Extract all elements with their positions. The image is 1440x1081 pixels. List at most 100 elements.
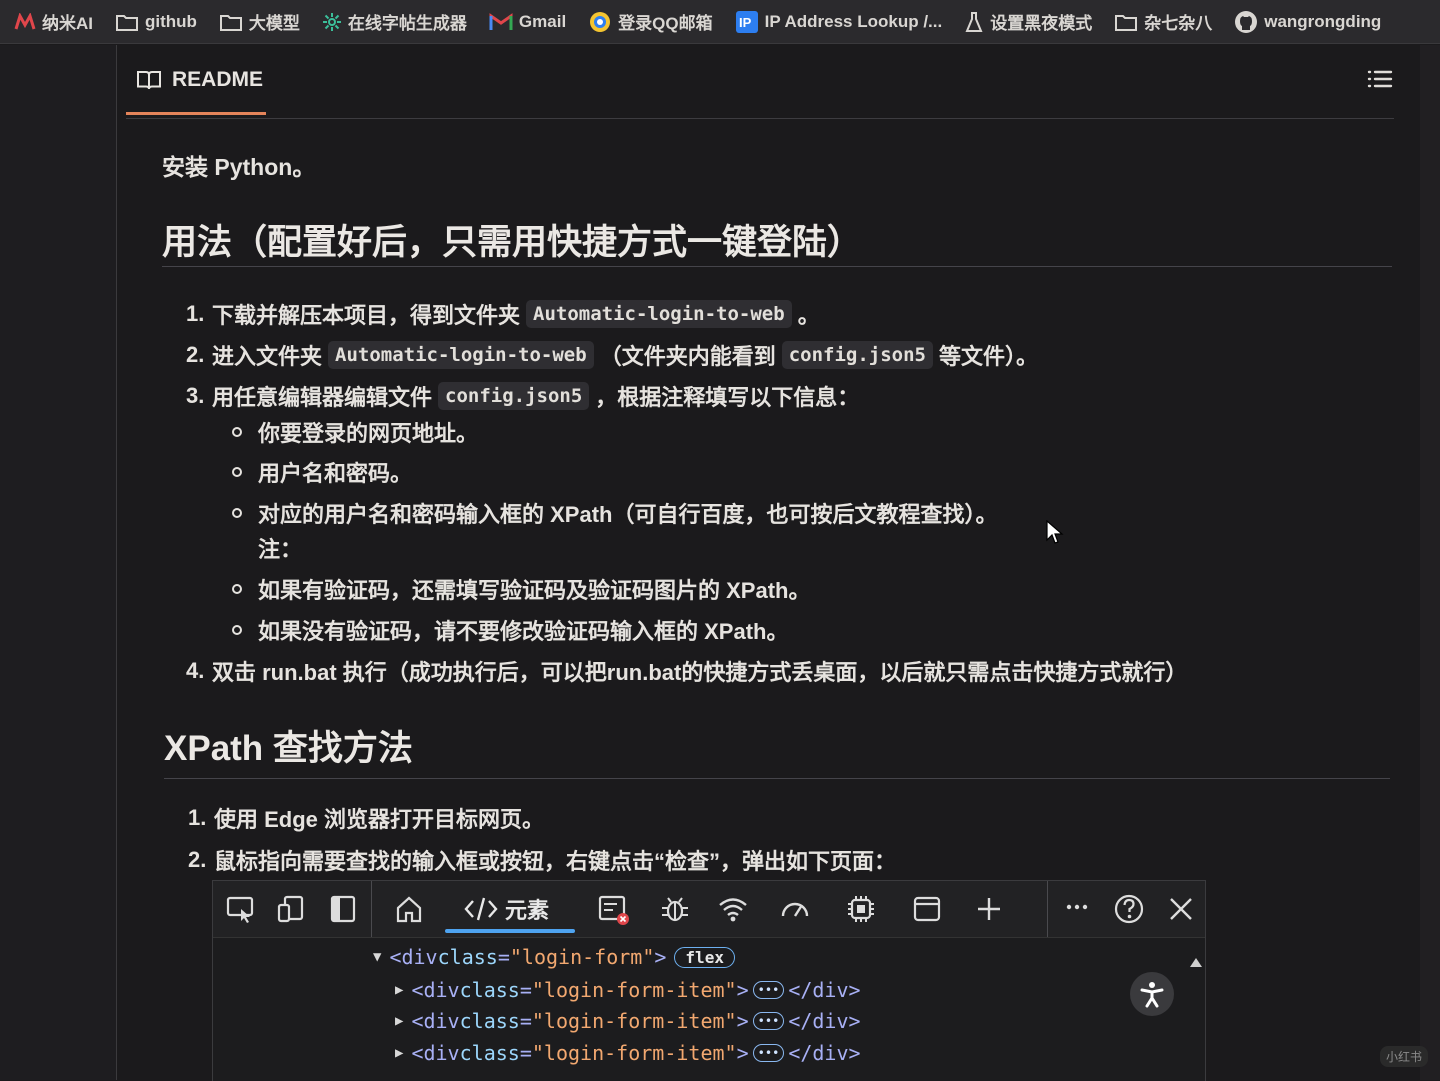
- step-text: 进入文件夹: [212, 344, 323, 369]
- bookmark-item[interactable]: 登录QQ邮箱: [588, 9, 713, 34]
- usage-heading: 用法（配置好后，只需用快捷方式一键登陆）: [162, 223, 863, 262]
- attr-name: class: [459, 978, 520, 1002]
- watermark: 小红书: [1380, 1046, 1429, 1067]
- step-text-mid: （文件夹内能看到: [599, 344, 776, 369]
- sub-item: 如果没有验证码，请不要修改验证码输入框的 XPath。: [232, 614, 788, 646]
- home-icon[interactable]: [393, 893, 425, 925]
- xpath-step-1: 1. 使用 Edge 浏览器打开目标网页。: [188, 802, 544, 834]
- bookmark-item[interactable]: wangrongding: [1234, 10, 1381, 34]
- device-emulation-icon[interactable]: [275, 893, 307, 925]
- collapsed-content-badge[interactable]: •••: [752, 1012, 785, 1030]
- bookmark-label: github: [145, 11, 197, 31]
- collapsed-triangle-icon[interactable]: ▶: [395, 982, 403, 998]
- bullet-icon: [232, 427, 242, 437]
- bookmark-label: 在线字帖生成器: [347, 14, 467, 33]
- bookmark-item[interactable]: 纳米AI: [14, 9, 93, 34]
- accessibility-icon[interactable]: [1130, 972, 1174, 1016]
- toolbar-separator: [371, 881, 372, 937]
- collapsed-content-badge[interactable]: •••: [752, 1044, 785, 1062]
- tag-close-bracket: >: [736, 1009, 749, 1033]
- sub-item: 用户名和密码。: [232, 456, 412, 488]
- step-number: 2.: [188, 847, 207, 872]
- collapsed-triangle-icon[interactable]: ▶: [395, 1013, 403, 1029]
- tab-elements-label: 元素: [505, 898, 550, 923]
- code-brackets-icon: [464, 897, 498, 921]
- bookmark-item[interactable]: 在线字帖生成器: [322, 9, 467, 34]
- inspect-element-icon[interactable]: [225, 893, 257, 925]
- tab-elements[interactable]: 元素: [463, 893, 549, 925]
- tag-close: </div>: [788, 1041, 861, 1065]
- xpath-step-2: 2. 鼠标指向需要查找的输入框或按钮，右键点击“检查”，弹出如下页面：: [188, 844, 896, 876]
- sub-item-text: 如果有验证码，还需填写验证码及验证码图片的 XPath。: [258, 578, 811, 603]
- right-gutter: [1420, 45, 1440, 1080]
- dom-node-login-form-item[interactable]: ▶ <div class = "login-form-item" > ••• </di…: [395, 1041, 861, 1065]
- attr-value: "login-form": [509, 945, 655, 969]
- tag-open: <div: [411, 978, 460, 1002]
- collapsed-triangle-icon[interactable]: ▶: [395, 1045, 403, 1061]
- bookmark-label: 登录QQ邮箱: [618, 14, 713, 33]
- nami-ai-icon: [14, 12, 36, 31]
- ip-icon: IP: [735, 10, 759, 34]
- inline-code: Automatic-login-to-web: [328, 341, 594, 369]
- more-options-icon[interactable]: [1061, 893, 1093, 925]
- bookmark-item[interactable]: Gmail: [489, 12, 566, 32]
- bug-icon[interactable]: [659, 893, 691, 925]
- accessibility-figure-icon: [1140, 982, 1164, 1008]
- memory-chip-icon[interactable]: [845, 893, 877, 925]
- step-text: 用任意编辑器编辑文件: [212, 385, 433, 410]
- step-number: 4.: [186, 658, 205, 683]
- bookmark-item[interactable]: IP IP Address Lookup /...: [735, 10, 943, 34]
- bookmark-label: Gmail: [518, 11, 567, 31]
- inline-code: Automatic-login-to-web: [526, 300, 792, 328]
- inline-code: config.json5: [781, 341, 933, 369]
- dom-node-login-form-item[interactable]: ▶ <div class = "login-form-item" > ••• </di…: [395, 1009, 861, 1033]
- bookmark-label: 杂七杂八: [1144, 14, 1213, 33]
- expanded-triangle-icon[interactable]: ▼: [373, 949, 381, 965]
- step-number: 3.: [186, 383, 205, 408]
- network-wifi-icon[interactable]: [717, 893, 749, 925]
- inline-code: config.json5: [438, 382, 590, 410]
- help-icon[interactable]: [1113, 893, 1145, 925]
- readme-tab-underline: [126, 112, 266, 115]
- attr-value: "login-form-item": [531, 1041, 737, 1065]
- tag-open: <div: [411, 1009, 460, 1033]
- step-text-end: ，根据注释填写以下信息：: [595, 385, 860, 410]
- bookmark-label: 纳米AI: [42, 14, 93, 33]
- console-icon[interactable]: [597, 893, 629, 925]
- flex-badge[interactable]: flex: [674, 946, 735, 968]
- dom-node-login-form[interactable]: ▼ <div class = "login-form" > flex: [373, 945, 735, 969]
- application-window-icon[interactable]: [911, 893, 943, 925]
- bookmark-item[interactable]: 杂七杂八: [1114, 9, 1212, 34]
- note-label: 注：: [258, 537, 303, 562]
- attr-name: class: [437, 945, 498, 969]
- add-tool-icon[interactable]: [973, 893, 1005, 925]
- step-text: 鼠标指向需要查找的输入框或按钮，右键点击“检查”，弹出如下页面：: [214, 849, 897, 874]
- table-of-contents-icon[interactable]: [1366, 66, 1394, 94]
- devtools-toolbar: 元素: [213, 881, 1205, 938]
- readme-tab-label: README: [172, 68, 264, 91]
- close-icon[interactable]: [1165, 893, 1197, 925]
- bookmark-label: IP Address Lookup /...: [764, 11, 943, 31]
- dom-node-login-form-item[interactable]: ▶ <div class = "login-form-item" > ••• </di…: [395, 978, 861, 1002]
- step-number: 2.: [186, 342, 205, 367]
- sub-item-text: 对应的用户名和密码输入框的 XPath（可自行百度，也可按后文教程查找）。: [258, 502, 998, 527]
- scroll-up-arrow-icon[interactable]: [1190, 958, 1202, 967]
- dock-side-icon[interactable]: [327, 893, 359, 925]
- readme-tab[interactable]: README: [136, 68, 263, 92]
- usage-step-2: 2. 进入文件夹 Automatic-login-to-web （文件夹内能看到…: [186, 339, 1038, 371]
- book-icon: [137, 71, 161, 90]
- performance-gauge-icon[interactable]: [779, 893, 811, 925]
- usage-step-1: 1. 下载并解压本项目，得到文件夹 Automatic-login-to-web…: [186, 298, 820, 330]
- sub-item: 你要登录的网页地址。: [232, 416, 478, 448]
- devtools-panel: 元素 ▼ <div class = "login-form" > flex ▶ <di…: [212, 880, 1206, 1081]
- bullet-icon: [232, 584, 242, 594]
- collapsed-content-badge[interactable]: •••: [752, 981, 785, 999]
- sub-item: 对应的用户名和密码输入框的 XPath（可自行百度，也可按后文教程查找）。: [232, 497, 997, 529]
- bookmark-item[interactable]: 大模型: [219, 9, 300, 34]
- active-tab-indicator: [445, 929, 575, 933]
- step-number: 1.: [186, 301, 205, 326]
- bookmark-item[interactable]: github: [115, 12, 197, 32]
- left-gutter: [0, 45, 117, 1080]
- bookmark-item[interactable]: 设置黑夜模式: [964, 9, 1092, 34]
- usage-step-4: 4. 双击 run.bat 执行（成功执行后，可以把run.bat的快捷方式丢桌…: [186, 655, 1187, 687]
